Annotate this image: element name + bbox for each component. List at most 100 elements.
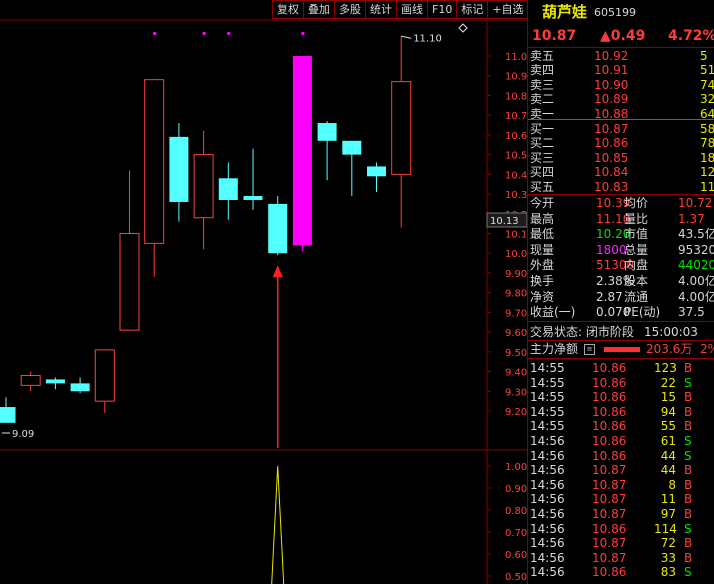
ask-price: 10.92 [594,49,629,63]
current-price-tag: 10.13 [490,216,519,227]
tick-price: 10.87 [592,507,627,521]
toolbar-button-3[interactable]: 统计 [365,0,397,19]
bid-row: 买二 10.86 78 [528,136,714,150]
toolbar-button-0[interactable]: 复权 [272,0,304,19]
ask-price: 10.90 [594,77,629,92]
stat-value: 1.37 [678,211,705,226]
tick-volume: 15 [660,390,676,405]
stat-value: 4.00亿 [678,274,714,288]
stock-header: 葫芦娃 605199 [528,3,714,21]
candle-body [243,196,263,200]
tick-side: B [684,404,693,419]
stat-row: 外盘 51300 内盘 44020 [528,258,714,272]
stat-label: 收益(一) [530,305,576,320]
candle-body [94,349,115,402]
tick-row: 14:56 10.87 44 B [528,463,714,477]
tick-time: 14:55 [530,361,565,375]
stat-value: 4.00亿 [678,289,714,304]
stat-label: 均价 [624,196,649,210]
stat-label: 内盘 [624,258,649,273]
tick-price: 10.87 [592,463,627,478]
candle-body [45,379,65,384]
toolbar-button-4[interactable]: 画线 [396,0,428,19]
indicator-tick-label: 0.90 [505,484,527,495]
bid-price: 10.84 [594,165,629,180]
stat-label: 最高 [530,211,555,226]
trade-status: 交易状态: 闭市阶段 [530,325,634,339]
tick-time: 14:56 [530,477,565,492]
toolbar-button-2[interactable]: 多股 [334,0,366,19]
tick-volume: 83 [660,565,676,580]
stat-label: 换手 [530,274,555,288]
tick-side: B [684,507,693,521]
toolbar-button-6[interactable]: 标记 [456,0,489,19]
price-tick-label: 9.90 [505,269,527,280]
tick-row: 14:56 10.86 61 S [528,434,714,448]
stat-row: 收益(一) 0.070 PE(动) 37.5 [528,305,714,319]
toolbar-button-7[interactable]: +自选 [487,0,529,19]
tick-row: 14:55 10.86 55 B [528,419,714,433]
stat-row: 最高 11.10 量比 1.37 [528,212,714,226]
indicator-tick-label: 1.00 [505,462,527,473]
list-icon[interactable]: ≡ [584,344,595,355]
stat-label: 外盘 [530,258,555,273]
tick-row: 14:56 10.87 97 B [528,507,714,521]
indicator-tick-label: 0.70 [505,528,527,539]
tick-row: 14:56 10.87 8 B [528,478,714,492]
price-change: ▲0.49 [600,28,646,44]
tick-row: 14:56 10.87 33 B [528,551,714,565]
tick-time: 14:56 [530,492,565,507]
tick-time: 14:56 [530,463,565,478]
candle-body [70,383,90,392]
stat-label: 市值 [624,227,649,242]
tick-time: 14:55 [530,375,565,390]
tick-time: 14:56 [530,434,565,448]
price-tick-label: 10.40 [505,170,527,181]
ask-label: 卖三 [530,77,555,92]
toolbar-button-5[interactable]: F10 [427,0,458,19]
tick-price: 10.86 [592,404,627,419]
bid-row: 买四 10.84 120 [528,165,714,179]
price-tick-label: 9.80 [505,289,527,300]
stat-row: 换手 2.38% 股本 4.00亿 [528,274,714,288]
tick-side: S [684,434,692,448]
ask-volume: 517 [700,63,714,78]
tick-row: 14:56 10.86 83 S [528,565,714,579]
ask-label: 卖四 [530,63,555,78]
tick-volume: 114 [654,521,677,536]
candle-body [367,166,386,177]
kline-chart[interactable]: 11.00 10.90 10.80 10.70 10.60 10.50 10.40 10.30… [0,0,527,584]
tick-volume: 55 [660,419,676,434]
tick-price: 10.86 [592,375,627,390]
stat-value: 44020 [678,258,714,273]
tick-price: 10.86 [592,390,627,405]
price-tick-label: 9.40 [505,368,527,379]
stat-label: PE(动) [624,305,661,320]
tick-side: S [684,375,692,390]
main-flow-row[interactable]: 主力净额 ≡ 203.6万 2% [528,342,714,356]
tick-volume: 94 [660,404,676,419]
tick-volume: 11 [660,492,676,507]
candle-body [20,375,41,386]
toolbar-button-1[interactable]: 叠加 [303,0,335,19]
stat-label: 股本 [624,274,649,288]
tick-volume: 22 [660,375,676,390]
bid-row: 买一 10.87 580 [528,122,714,136]
stat-value: 43.5亿 [678,227,714,242]
indicator-tick-label: 0.80 [505,506,527,517]
candle-body [342,140,362,155]
stat-value: 1800 [596,242,627,257]
price-tick-label: 9.60 [505,328,527,339]
bid-volume: 120 [700,165,714,180]
bid-price: 10.87 [594,122,629,136]
tick-time: 14:55 [530,419,565,434]
candle-body [391,81,412,175]
tick-side: S [684,521,692,536]
stat-row: 现量 1800 总量 95320 [528,243,714,257]
tick-price: 10.86 [592,361,627,375]
ask-volume: 5 [700,49,708,63]
tick-side: S [684,565,692,580]
price-tick-label: 9.20 [505,407,527,418]
high-pointer [401,35,412,39]
indicator-tick-label: 0.60 [505,550,527,561]
